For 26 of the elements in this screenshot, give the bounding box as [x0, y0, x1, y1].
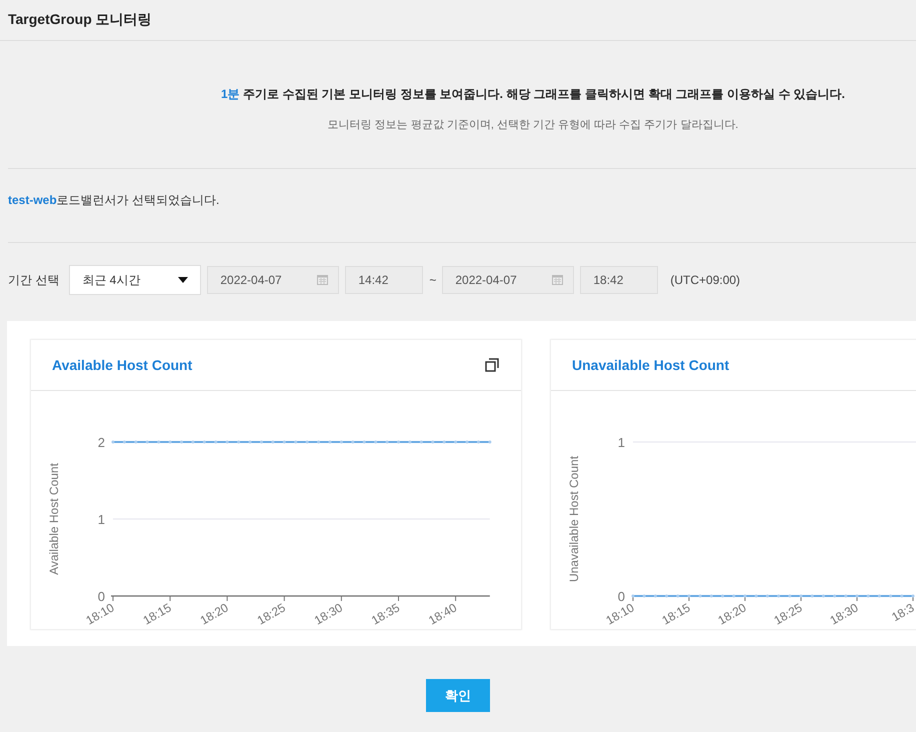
axis-title: Available Host Count: [47, 463, 61, 575]
expand-icon[interactable]: [485, 358, 499, 372]
axis-title: Unavailable Host Count: [567, 456, 581, 582]
info-message: 1분 주기로 수집된 기본 모니터링 정보를 보여줍니다. 해당 그래프를 클릭하시면 확대 그래프를 이용하실 수 있습니다.: [220, 86, 846, 103]
axis-tick-label: 18:3: [889, 600, 916, 624]
period-label: 기간 선택: [8, 272, 60, 288]
axis-tick-label: 2: [98, 435, 105, 450]
axis-tick-label: 0: [98, 589, 105, 604]
end-time-field[interactable]: 18:42: [580, 266, 658, 294]
axis-tick-label: 1: [98, 512, 105, 527]
end-date-field[interactable]: 2022-04-07: [442, 266, 574, 294]
caret-icon: [178, 277, 188, 283]
page-title: TargetGroup 모니터링: [8, 11, 152, 29]
timezone-label: (UTC+09:00): [670, 273, 740, 287]
range-separator: ~: [429, 273, 436, 287]
selection-message: test-web로드밸런서가 선택되었습니다.: [7, 192, 220, 209]
calendar-icon: [317, 275, 328, 285]
axis-tick-label: 1: [618, 435, 625, 450]
chart-title: Unavailable Host Count: [572, 357, 730, 373]
axis-tick-label: 0: [618, 589, 625, 604]
calendar-icon: [552, 275, 564, 285]
period-select[interactable]: 최근 4시간: [69, 265, 202, 295]
start-time-field[interactable]: 14:42: [345, 266, 424, 294]
start-date-field[interactable]: 2022-04-07: [207, 266, 340, 294]
info-note: 모니터링 정보는 평균값 기준이며, 선택한 기간 유형에 따라 수집 주기가 달라집니다.: [328, 118, 738, 132]
chart-title: Available Host Count: [52, 357, 192, 373]
